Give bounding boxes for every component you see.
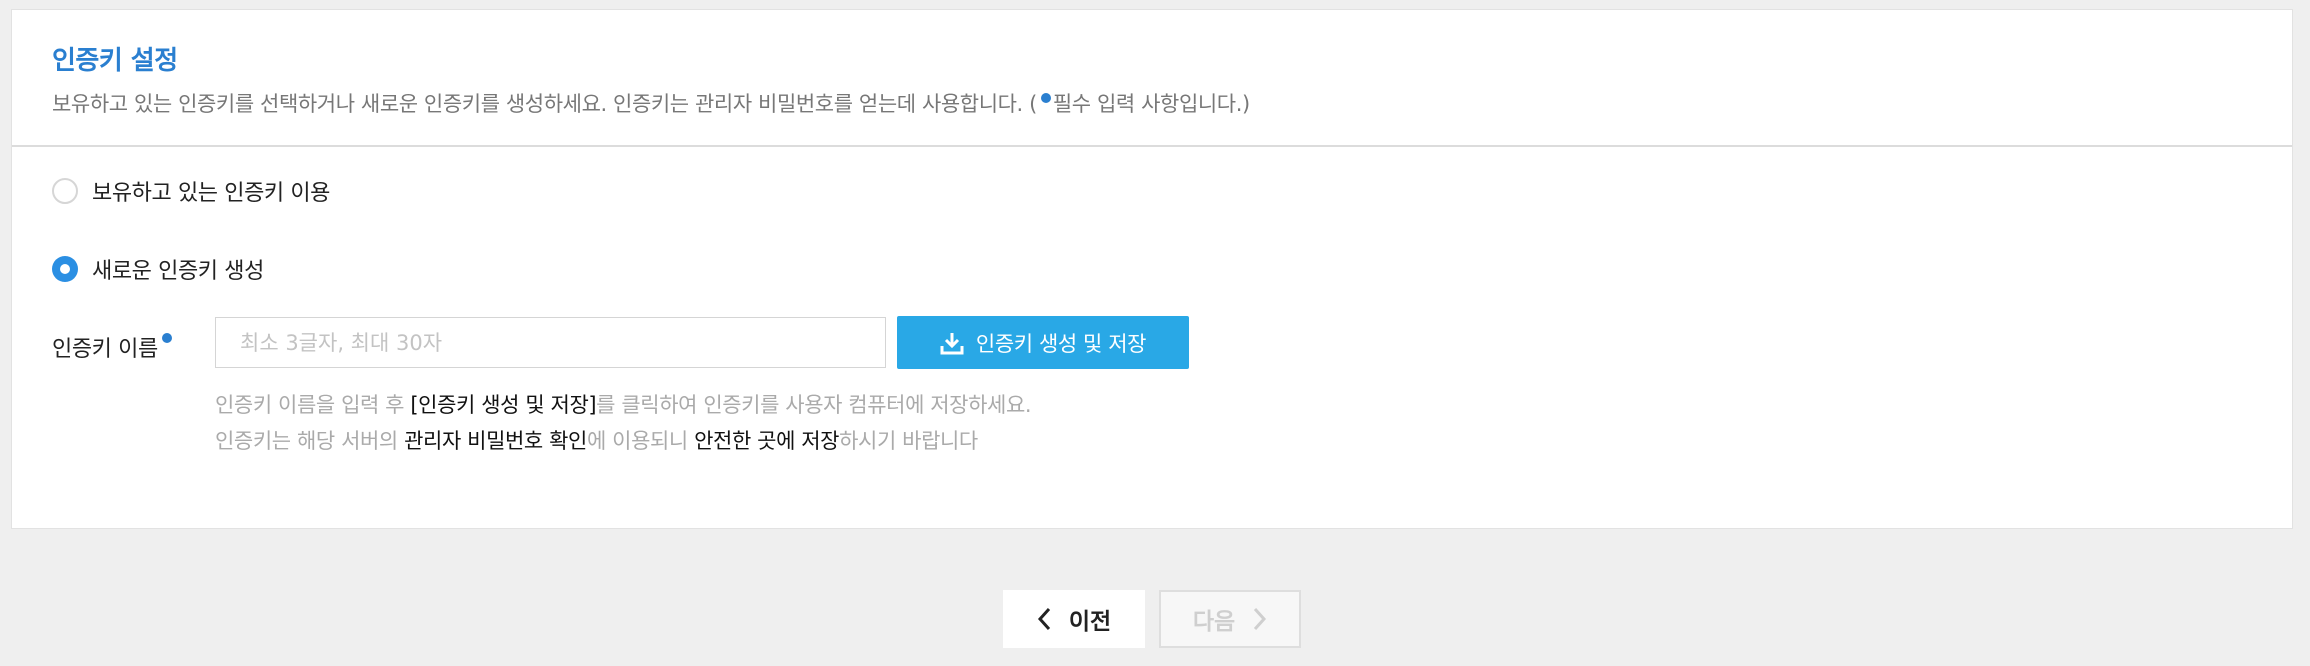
generate-button-label: 인증키 생성 및 저장 [975, 331, 1147, 356]
prev-button[interactable]: 이전 [1003, 590, 1145, 648]
option-existing-key-label: 보유하고 있는 인증키 이용 [92, 181, 331, 206]
help-text: 인증키 이름을 입력 후 [215, 393, 411, 417]
help-text: 에 이용되니 [586, 429, 695, 453]
page-description: 보유하고 있는 인증키를 선택하거나 새로운 인증키를 생성하세요. 인증키는 … [52, 88, 1250, 118]
card-header: 인증키 설정 보유하고 있는 인증키를 선택하거나 새로운 인증키를 생성하세요… [12, 10, 2292, 147]
radio-existing-key[interactable] [52, 178, 78, 204]
help-text: 인증키는 해당 서버의 [215, 429, 405, 453]
key-name-label-group: 인증키 이름 [52, 331, 172, 363]
page-title: 인증키 설정 [52, 46, 178, 76]
option-new-key-label: 새로운 인증키 생성 [92, 259, 264, 284]
help-emphasis: [인증키 생성 및 저장] [410, 393, 597, 417]
help-line-2: 인증키는 해당 서버의 관리자 비밀번호 확인에 이용되니 안전한 곳에 저장하… [215, 425, 978, 455]
chevron-left-icon [1037, 607, 1050, 631]
help-emphasis: 안전한 곳에 저장 [694, 429, 840, 453]
chevron-right-icon [1254, 607, 1267, 631]
key-name-label: 인증키 이름 [52, 337, 158, 362]
radio-new-key[interactable] [52, 256, 78, 282]
generate-and-save-button[interactable]: 인증키 생성 및 저장 [897, 316, 1189, 369]
help-line-1: 인증키 이름을 입력 후 [인증키 생성 및 저장]를 클릭하여 인증키를 사용… [215, 389, 1032, 419]
download-icon [940, 332, 964, 354]
required-note: 필수 입력 사항입니다.) [1052, 92, 1250, 116]
description-text: 보유하고 있는 인증키를 선택하거나 새로운 인증키를 생성하세요. 인증키는 … [52, 92, 1037, 116]
key-settings-card: 인증키 설정 보유하고 있는 인증키를 선택하거나 새로운 인증키를 생성하세요… [11, 9, 2293, 529]
help-emphasis: 관리자 비밀번호 확인 [404, 429, 587, 453]
help-text: 하시기 바랍니다 [839, 429, 978, 453]
next-button[interactable]: 다음 [1159, 590, 1301, 648]
required-dot-icon [161, 333, 172, 343]
prev-button-label: 이전 [1068, 609, 1112, 635]
required-dot-icon [1040, 93, 1051, 103]
option-existing-key[interactable]: 보유하고 있는 인증키 이용 [52, 176, 330, 206]
key-name-input[interactable] [215, 317, 886, 368]
next-button-label: 다음 [1192, 609, 1236, 635]
option-new-key[interactable]: 새로운 인증키 생성 [52, 254, 264, 284]
help-text: 를 클릭하여 인증키를 사용자 컴퓨터에 저장하세요. [596, 393, 1032, 417]
